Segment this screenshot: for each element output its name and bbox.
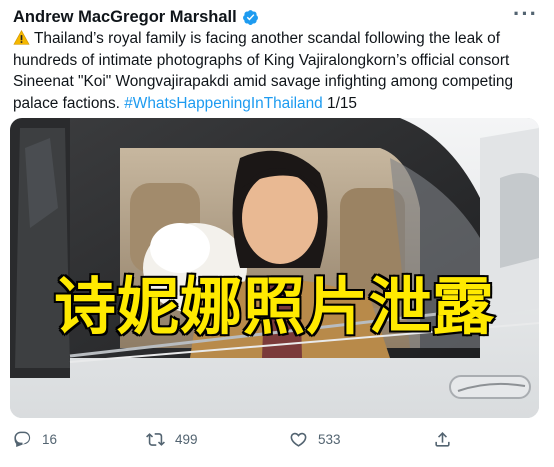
more-options-icon[interactable]: ···	[513, 3, 538, 25]
tweet-header: Andrew MacGregor Marshall	[13, 6, 259, 28]
reply-icon	[14, 431, 31, 447]
tweet-actions: 16 499 533	[13, 426, 533, 452]
tweet-media-photo[interactable]: 诗妮娜照片泄露	[10, 118, 539, 418]
author-name[interactable]: Andrew MacGregor Marshall	[13, 8, 237, 27]
thread-count: 1/15	[327, 94, 357, 112]
tweet-text: Thailand’s royal family is facing anothe…	[13, 28, 545, 114]
share-icon	[435, 431, 450, 447]
warning-icon	[13, 30, 30, 45]
retweet-count: 499	[175, 431, 198, 447]
verified-badge-icon	[242, 9, 258, 25]
like-button[interactable]: 533	[289, 430, 341, 449]
share-button[interactable]	[433, 430, 452, 449]
reply-count: 16	[42, 431, 58, 447]
heart-icon	[290, 432, 307, 447]
like-count: 533	[318, 431, 341, 447]
hashtag-link[interactable]: #WhatsHappeningInThailand	[124, 95, 323, 112]
retweet-icon	[146, 432, 165, 446]
reply-button[interactable]: 16	[13, 430, 57, 449]
overlay-caption: 诗妮娜照片泄露	[52, 269, 495, 345]
retweet-button[interactable]: 499	[146, 430, 198, 449]
